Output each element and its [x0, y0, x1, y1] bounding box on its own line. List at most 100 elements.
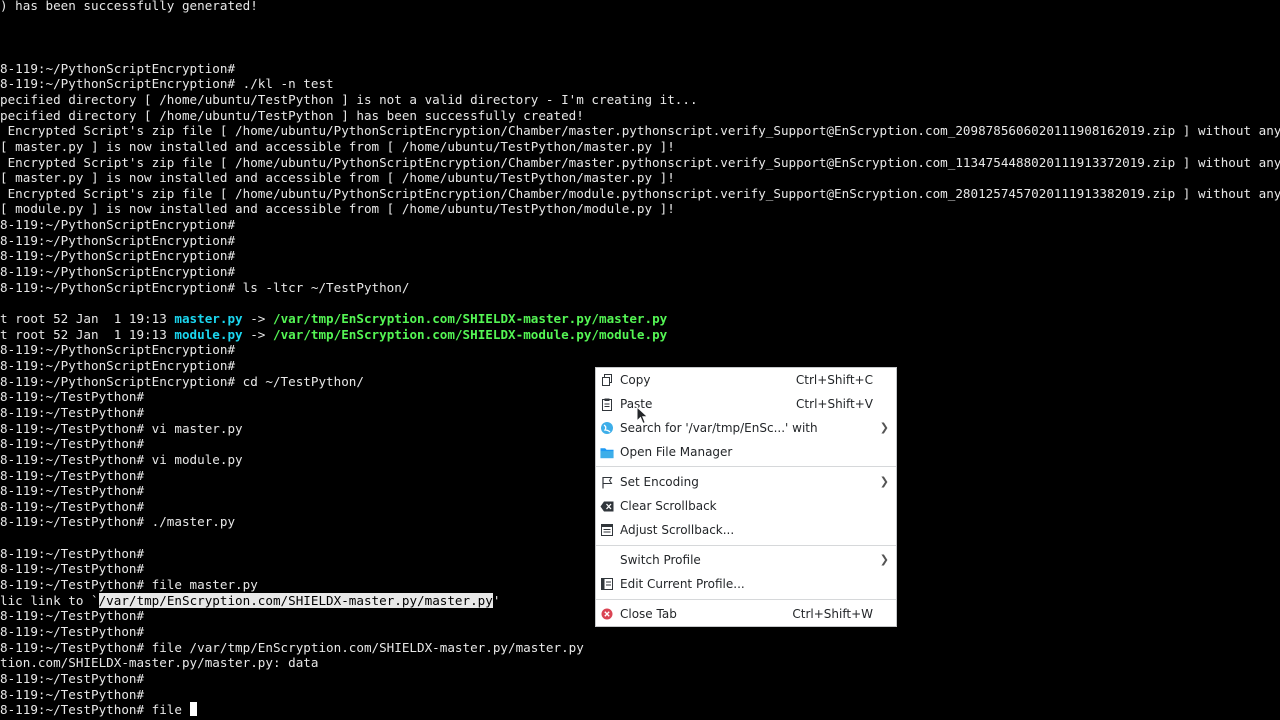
terminal-line: 8-119:~/TestPython# — [0, 624, 144, 640]
terminal-text: Encrypted Script's zip file [ /home/ubun… — [0, 186, 1280, 201]
terminal-line: 8-119:~/PythonScriptEncryption# — [0, 264, 235, 280]
selected-text: /var/tmp/EnScryption.com/SHIELDX-master.… — [98, 593, 493, 608]
terminal-text: 8-119:~/PythonScriptEncryption# — [0, 217, 236, 232]
terminal-line: Encrypted Script's zip file [ /home/ubun… — [0, 155, 1280, 171]
terminal-text: 8-119:~/TestPython# — [0, 561, 145, 576]
terminal-line: 8-119:~/TestPython# file master.py — [0, 577, 258, 593]
menu-item-open-file-manager[interactable]: Open File Manager — [596, 440, 896, 464]
menu-item-set-encoding[interactable]: Set Encoding ❯ — [596, 470, 896, 494]
symlink-target: /var/tmp/EnScryption.com/SHIELDX-module.… — [272, 327, 668, 342]
terminal-line: pecified directory [ /home/ubuntu/TestPy… — [0, 92, 698, 108]
terminal-text: 8-119:~/TestPython# — [0, 624, 145, 639]
terminal-text: 8-119:~/TestPython# file /var/tmp/EnScry… — [0, 640, 584, 655]
terminal-line: 8-119:~/TestPython# — [0, 436, 144, 452]
menu-item-switch-profile[interactable]: Switch Profile ❯ — [596, 548, 896, 572]
terminal-line: t root 52 Jan 1 19:13 module.py -> /var/… — [0, 327, 667, 343]
menu-item-close-tab[interactable]: Close Tab Ctrl+Shift+W — [596, 602, 896, 626]
terminal-text: 8-119:~/TestPython# — [0, 499, 145, 514]
terminal-text: Encrypted Script's zip file [ /home/ubun… — [0, 123, 1280, 138]
menu-item-edit-current-profile[interactable]: Edit Current Profile... — [596, 572, 896, 596]
terminal-text: 8-119:~/TestPython# vi module.py — [0, 452, 243, 467]
terminal-text: 8-119:~/PythonScriptEncryption# — [0, 233, 236, 248]
submenu-arrow-icon: ❯ — [879, 475, 889, 488]
terminal-line: 8-119:~/PythonScriptEncryption# — [0, 61, 235, 77]
adjust-icon — [600, 523, 614, 537]
terminal-line: 8-119:~/PythonScriptEncryption# ls -ltcr… — [0, 280, 409, 296]
terminal-line: 8-119:~/PythonScriptEncryption# — [0, 248, 235, 264]
terminal-text: 8-119:~/TestPython# — [0, 546, 145, 561]
terminal-text: pecified directory [ /home/ubuntu/TestPy… — [0, 108, 584, 123]
menu-item-shortcut: Ctrl+Shift+C — [795, 373, 873, 387]
terminal-line: 8-119:~/PythonScriptEncryption# — [0, 217, 235, 233]
terminal-text: 8-119:~/TestPython# — [0, 608, 145, 623]
terminal-text: [ master.py ] is now installed and acces… — [0, 139, 675, 154]
terminal-text: 8-119:~/TestPython# — [0, 405, 145, 420]
terminal-text: 8-119:~/TestPython# — [0, 468, 145, 483]
terminal-line: ) has been successfully generated! — [0, 0, 258, 14]
terminal-text: Encrypted Script's zip file [ /home/ubun… — [0, 155, 1280, 170]
terminal-text: 8-119:~/PythonScriptEncryption# — [0, 61, 236, 76]
menu-item-label: Edit Current Profile... — [620, 577, 745, 591]
menu-item-label: Clear Scrollback — [620, 499, 717, 513]
symlink-name: master.py — [174, 311, 243, 326]
terminal-text: pecified directory [ /home/ubuntu/TestPy… — [0, 92, 698, 107]
terminal-line: 8-119:~/TestPython# — [0, 546, 144, 562]
terminal-text: lic link to ` — [0, 593, 99, 608]
menu-item-copy[interactable]: Copy Ctrl+Shift+C — [596, 368, 896, 392]
terminal-line: 8-119:~/TestPython# ./master.py — [0, 514, 235, 530]
terminal-line: 8-119:~/TestPython# vi master.py — [0, 421, 243, 437]
submenu-arrow-icon: ❯ — [879, 421, 889, 434]
terminal-text: 8-119:~/TestPython# — [0, 436, 145, 451]
menu-item-label: Close Tab — [620, 607, 677, 621]
terminal-line: 8-119:~/TestPython# — [0, 671, 144, 687]
submenu-arrow-icon: ❯ — [879, 553, 889, 566]
terminal-line: [ master.py ] is now installed and acces… — [0, 170, 675, 186]
text-cursor — [189, 702, 197, 716]
terminal-text: t root 52 Jan 1 19:13 — [0, 311, 175, 326]
menu-separator — [596, 466, 896, 467]
terminal-line: 8-119:~/PythonScriptEncryption# — [0, 358, 235, 374]
symlink-target: /var/tmp/EnScryption.com/SHIELDX-master.… — [272, 311, 668, 326]
terminal-line: 8-119:~/TestPython# — [0, 405, 144, 421]
terminal-line: 8-119:~/TestPython# — [0, 499, 144, 515]
terminal-line: 8-119:~/TestPython# — [0, 389, 144, 405]
terminal-line: 8-119:~/TestPython# — [0, 608, 144, 624]
terminal-line: 8-119:~/PythonScriptEncryption# ./kl -n … — [0, 76, 334, 92]
terminal-text: 8-119:~/TestPython# ./master.py — [0, 514, 236, 529]
terminal-line: 8-119:~/PythonScriptEncryption# — [0, 233, 235, 249]
terminal-text: 8-119:~/TestPython# file master.py — [0, 577, 258, 592]
menu-item-adjust-scrollback[interactable]: Adjust Scrollback... — [596, 518, 896, 542]
terminal-line: 8-119:~/TestPython# file — [0, 702, 197, 718]
close-tab-icon — [600, 607, 614, 621]
terminal-text: [ master.py ] is now installed and acces… — [0, 170, 675, 185]
terminal-text: 8-119:~/PythonScriptEncryption# ./kl -n … — [0, 76, 334, 91]
terminal-line: pecified directory [ /home/ubuntu/TestPy… — [0, 108, 584, 124]
terminal-text: [ module.py ] is now installed and acces… — [0, 201, 675, 216]
terminal-line: 8-119:~/TestPython# — [0, 687, 144, 703]
terminal-text: ) has been successfully generated! — [0, 0, 258, 13]
terminal-text: -> — [242, 311, 273, 326]
terminal-line: Encrypted Script's zip file [ /home/ubun… — [0, 123, 1280, 139]
terminal-text: 8-119:~/PythonScriptEncryption# cd ~/Tes… — [0, 374, 364, 389]
menu-item-label: Adjust Scrollback... — [620, 523, 735, 537]
terminal-text: 8-119:~/TestPython# — [0, 483, 145, 498]
menu-item-shortcut: Ctrl+Shift+W — [792, 607, 873, 621]
terminal-line: 8-119:~/PythonScriptEncryption# cd ~/Tes… — [0, 374, 364, 390]
flag-icon — [600, 475, 614, 489]
terminal-line: 8-119:~/TestPython# file /var/tmp/EnScry… — [0, 640, 584, 656]
terminal-text: 8-119:~/TestPython# vi master.py — [0, 421, 243, 436]
clear-icon — [600, 499, 614, 513]
terminal-text: 8-119:~/TestPython# — [0, 389, 145, 404]
edit-profile-icon — [600, 577, 614, 591]
menu-item-label: Copy — [620, 373, 651, 387]
mouse-pointer-icon — [636, 406, 649, 425]
menu-separator — [596, 545, 896, 546]
terminal-text: 8-119:~/PythonScriptEncryption# — [0, 248, 236, 263]
terminal-text: 8-119:~/TestPython# — [0, 687, 145, 702]
menu-item-clear-scrollback[interactable]: Clear Scrollback — [596, 494, 896, 518]
terminal-text: 8-119:~/PythonScriptEncryption# ls -ltcr… — [0, 280, 410, 295]
terminal-text: tion.com/SHIELDX-master.py/master.py: da… — [0, 655, 319, 670]
terminal-text: 8-119:~/PythonScriptEncryption# — [0, 358, 236, 373]
paste-icon — [600, 397, 614, 411]
symlink-name: module.py — [174, 327, 243, 342]
